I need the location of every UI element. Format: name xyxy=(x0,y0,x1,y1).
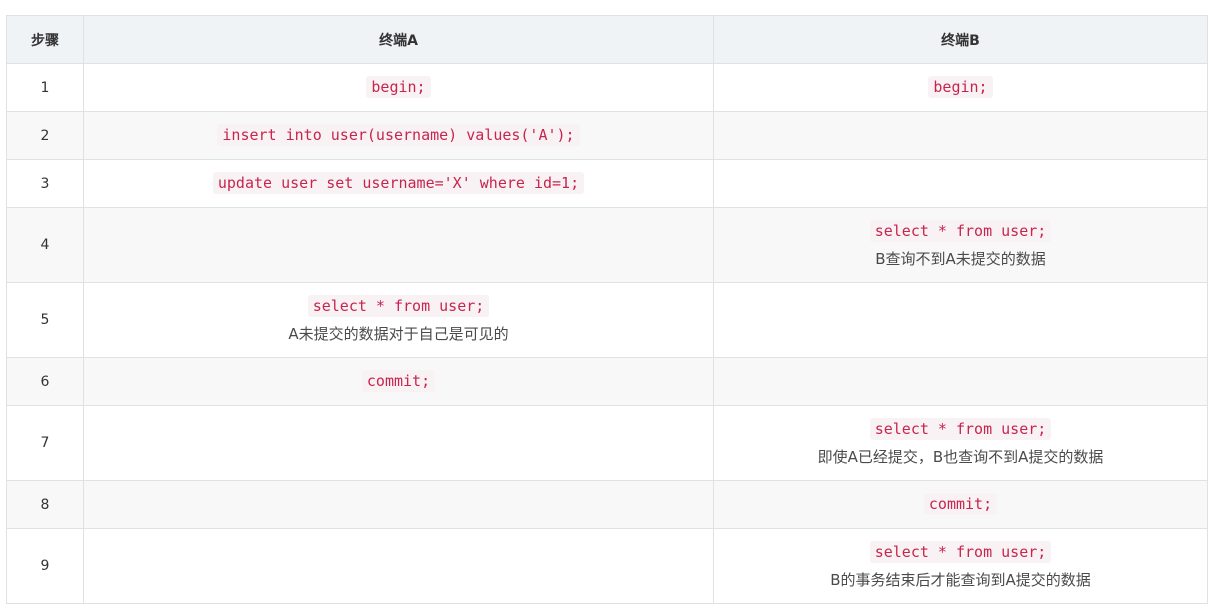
terminal-a-cell: begin; xyxy=(83,63,714,112)
cell-content: select * from user; 即使A已经提交，B也查询不到A提交的数据 xyxy=(720,417,1201,469)
sql-statement: select * from user; xyxy=(869,541,1052,563)
cell-content: select * from user; B查询不到A未提交的数据 xyxy=(720,219,1201,271)
cell-note: B查询不到A未提交的数据 xyxy=(875,250,1046,268)
step-cell: 5 xyxy=(6,282,84,358)
terminal-b-cell: select * from user; B的事务结束后才能查询到A提交的数据 xyxy=(713,528,1208,604)
terminal-a-cell xyxy=(83,405,714,481)
cell-content: begin; xyxy=(90,75,707,100)
header-terminal-b: 终端B xyxy=(713,15,1208,64)
table-row: 4 select * from user; B查询不到A未提交的数据 xyxy=(6,207,1208,283)
terminal-b-cell: begin; xyxy=(713,63,1208,112)
header-terminal-a: 终端A xyxy=(83,15,714,64)
sql-statement: update user set username='X' where id=1; xyxy=(212,172,585,194)
cell-note: A未提交的数据对于自己是可见的 xyxy=(288,325,509,343)
terminal-b-cell xyxy=(713,111,1208,160)
sql-statement: select * from user; xyxy=(869,220,1052,242)
terminal-a-cell: select * from user; A未提交的数据对于自己是可见的 xyxy=(83,282,714,358)
terminal-b-cell xyxy=(713,282,1208,358)
cell-content: insert into user(username) values('A'); xyxy=(90,123,707,148)
terminal-b-cell: select * from user; B查询不到A未提交的数据 xyxy=(713,207,1208,283)
table-row: 8 commit; xyxy=(6,480,1208,529)
step-cell: 7 xyxy=(6,405,84,481)
step-cell: 2 xyxy=(6,111,84,160)
transaction-steps-table: 步骤 终端A 终端B 1 begin; begin; 2 insert into use… xyxy=(6,15,1208,604)
sql-statement: begin; xyxy=(928,76,993,98)
step-cell: 3 xyxy=(6,159,84,208)
table-row: 6 commit; xyxy=(6,357,1208,406)
terminal-a-cell xyxy=(83,528,714,604)
cell-note: 即使A已经提交，B也查询不到A提交的数据 xyxy=(817,448,1104,466)
cell-content: begin; xyxy=(720,75,1201,100)
step-cell: 1 xyxy=(6,63,84,112)
terminal-b-cell xyxy=(713,357,1208,406)
sql-statement: begin; xyxy=(366,76,431,98)
step-cell: 4 xyxy=(6,207,84,283)
sql-statement: select * from user; xyxy=(869,418,1052,440)
table-header-row: 步骤 终端A 终端B xyxy=(6,15,1208,64)
table-row: 2 insert into user(username) values('A'); xyxy=(6,111,1208,160)
transaction-steps-table-container: 步骤 终端A 终端B 1 begin; begin; 2 insert into use… xyxy=(6,15,1208,604)
step-cell: 6 xyxy=(6,357,84,406)
table-row: 7 select * from user; 即使A已经提交，B也查询不到A提交的数据 xyxy=(6,405,1208,481)
table-row: 9 select * from user; B的事务结束后才能查询到A提交的数据 xyxy=(6,528,1208,604)
cell-content: select * from user; B的事务结束后才能查询到A提交的数据 xyxy=(720,540,1201,592)
header-step: 步骤 xyxy=(6,15,84,64)
terminal-a-cell xyxy=(83,480,714,529)
table-row: 5 select * from user; A未提交的数据对于自己是可见的 xyxy=(6,282,1208,358)
table-row: 1 begin; begin; xyxy=(6,63,1208,112)
step-cell: 9 xyxy=(6,528,84,604)
terminal-a-cell: update user set username='X' where id=1; xyxy=(83,159,714,208)
sql-statement: commit; xyxy=(361,370,436,392)
cell-content: select * from user; A未提交的数据对于自己是可见的 xyxy=(90,294,707,346)
terminal-b-cell xyxy=(713,159,1208,208)
terminal-a-cell: commit; xyxy=(83,357,714,406)
cell-content: commit; xyxy=(720,492,1201,517)
terminal-a-cell xyxy=(83,207,714,283)
terminal-b-cell: commit; xyxy=(713,480,1208,529)
step-cell: 8 xyxy=(6,480,84,529)
terminal-a-cell: insert into user(username) values('A'); xyxy=(83,111,714,160)
sql-statement: select * from user; xyxy=(307,295,490,317)
table-row: 3 update user set username='X' where id=1… xyxy=(6,159,1208,208)
cell-content: commit; xyxy=(90,369,707,394)
terminal-b-cell: select * from user; 即使A已经提交，B也查询不到A提交的数据 xyxy=(713,405,1208,481)
sql-statement: commit; xyxy=(923,493,998,515)
cell-note: B的事务结束后才能查询到A提交的数据 xyxy=(830,571,1091,589)
sql-statement: insert into user(username) values('A'); xyxy=(217,124,580,146)
cell-content: update user set username='X' where id=1; xyxy=(90,171,707,196)
